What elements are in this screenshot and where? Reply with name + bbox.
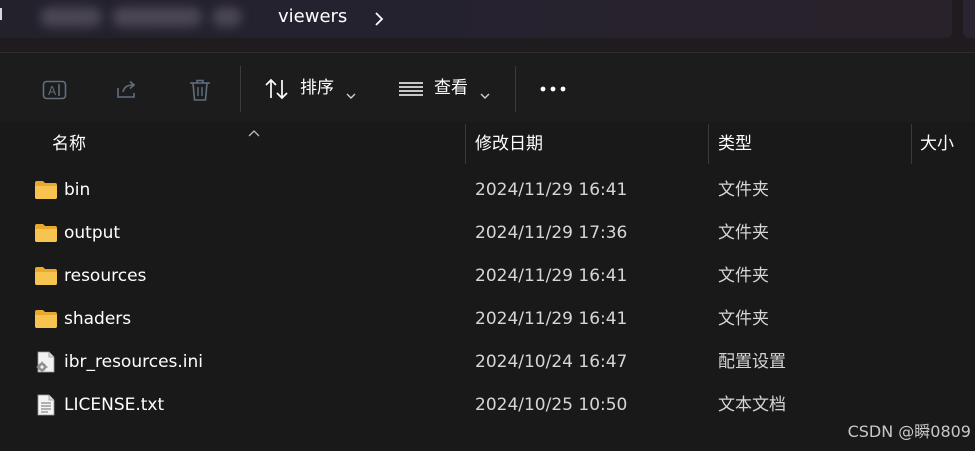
trash-icon	[189, 78, 211, 102]
column-resize-handle[interactable]	[708, 124, 709, 164]
folder-icon	[34, 179, 58, 201]
more-dots-icon	[540, 86, 566, 92]
folder-icon	[34, 222, 58, 244]
file-name: shaders	[64, 309, 132, 329]
sort-label: 排序	[300, 78, 334, 98]
file-date: 2024/11/29 17:36	[475, 223, 628, 243]
column-header-size[interactable]: 大小	[920, 133, 954, 155]
list-item[interactable]: ibr_resources.ini 2024/10/24 16:47 配置设置	[0, 341, 975, 384]
file-date: 2024/10/25 10:50	[475, 395, 628, 415]
file-name: LICENSE.txt	[64, 395, 165, 415]
watermark: CSDN @瞬0809	[847, 422, 971, 441]
rename-button[interactable]: A	[38, 53, 74, 123]
list-item[interactable]: shaders 2024/11/29 16:41 文件夹	[0, 298, 975, 341]
address-edge	[0, 8, 2, 20]
svg-text:A: A	[48, 84, 57, 98]
blurred-breadcrumbs	[40, 7, 245, 29]
view-lines-icon	[398, 81, 424, 97]
file-date: 2024/11/29 16:41	[475, 309, 628, 329]
text-file-icon	[34, 394, 58, 416]
file-type: 文本文档	[718, 395, 786, 415]
file-date: 2024/10/24 16:47	[475, 352, 628, 372]
share-button[interactable]	[110, 53, 146, 123]
command-bar: A 排序 查看	[0, 52, 975, 124]
view-label: 查看	[434, 78, 468, 98]
sort-arrows-icon	[264, 78, 290, 100]
sort-button[interactable]: 排序	[258, 53, 362, 123]
column-header-name[interactable]: 名称	[52, 133, 86, 155]
file-name: ibr_resources.ini	[64, 352, 204, 372]
list-item[interactable]: resources 2024/11/29 16:41 文件夹	[0, 255, 975, 298]
file-type: 配置设置	[718, 352, 786, 372]
file-type: 文件夹	[718, 223, 769, 243]
file-list: 名称 修改日期 类型 大小 bin 2024/11/29 16:41 文件夹 o…	[0, 122, 975, 451]
chevron-down-icon	[480, 85, 490, 99]
file-type: 文件夹	[718, 266, 769, 286]
config-file-icon	[34, 351, 58, 373]
column-resize-handle[interactable]	[911, 124, 912, 164]
sort-indicator-icon	[248, 122, 260, 137]
toolbar-divider	[240, 66, 241, 112]
address-bar-region: viewers	[0, 0, 975, 52]
delete-button[interactable]	[182, 53, 218, 123]
chevron-right-icon[interactable]	[374, 11, 384, 26]
file-name: bin	[64, 180, 91, 200]
share-icon	[115, 80, 139, 100]
file-date: 2024/11/29 16:41	[475, 266, 628, 286]
folder-icon	[34, 265, 58, 287]
list-item[interactable]: LICENSE.txt 2024/10/25 10:50 文本文档	[0, 384, 975, 427]
more-options-button[interactable]	[532, 53, 574, 123]
list-item[interactable]: output 2024/11/29 17:36 文件夹	[0, 212, 975, 255]
rename-icon: A	[42, 79, 68, 101]
file-type: 文件夹	[718, 309, 769, 329]
file-explorer-window: viewers A 排序 查看 名称 修改日期 类型 大小 bin 2024/1…	[0, 0, 975, 451]
column-header-date-modified[interactable]: 修改日期	[475, 133, 543, 155]
column-header-type[interactable]: 类型	[718, 133, 752, 155]
chevron-down-icon	[346, 85, 356, 99]
file-name: output	[64, 223, 121, 243]
toolbar-divider	[515, 66, 516, 112]
file-name: resources	[64, 266, 147, 286]
breadcrumb-current-folder[interactable]: viewers	[278, 6, 347, 28]
address-bar[interactable]: viewers	[0, 0, 952, 38]
list-item[interactable]: bin 2024/11/29 16:41 文件夹	[0, 169, 975, 212]
file-date: 2024/11/29 16:41	[475, 180, 628, 200]
file-type: 文件夹	[718, 180, 769, 200]
column-resize-handle[interactable]	[465, 124, 466, 164]
view-button[interactable]: 查看	[392, 53, 496, 123]
search-box-edge[interactable]	[963, 0, 975, 38]
folder-icon	[34, 308, 58, 330]
